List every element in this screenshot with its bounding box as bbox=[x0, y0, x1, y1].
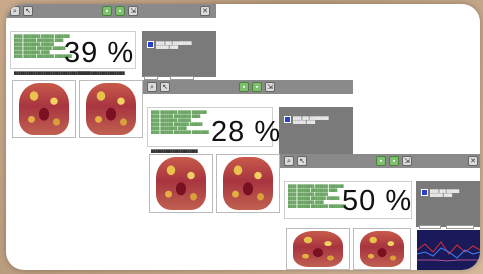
signal-graph bbox=[417, 230, 480, 270]
analysis-panel-3: ⌕ ↖ ▪ ▪ ⇲ ✕ ████ ████████ ██████ ███████… bbox=[280, 154, 480, 270]
cursor-icon[interactable]: ↖ bbox=[297, 156, 307, 166]
signal-line-pink bbox=[417, 259, 480, 262]
green-button[interactable]: ▪ bbox=[115, 6, 125, 16]
tissue-image bbox=[216, 154, 280, 213]
options-sidebar: ████ ███ █████████ ██████ ████ bbox=[142, 31, 216, 77]
cursor-icon[interactable]: ↖ bbox=[160, 82, 170, 92]
checkbox[interactable] bbox=[284, 116, 291, 123]
cursor-icon[interactable]: ↖ bbox=[23, 6, 33, 16]
toolbar: ⌕ ↖ ▪ ▪ ⇲ bbox=[143, 80, 353, 94]
tissue-image bbox=[79, 80, 143, 138]
green-button[interactable]: ▪ bbox=[239, 82, 249, 92]
input-field[interactable] bbox=[419, 225, 441, 229]
checkbox[interactable] bbox=[421, 189, 428, 196]
green-button[interactable]: ▪ bbox=[376, 156, 386, 166]
close-icon[interactable]: ✕ bbox=[468, 156, 478, 166]
percent-label: 28 % bbox=[211, 116, 282, 148]
search-icon[interactable]: ⌕ bbox=[10, 6, 20, 16]
stat-text: ██████████████████████ bbox=[151, 149, 198, 153]
export-icon[interactable]: ⇲ bbox=[128, 6, 138, 16]
screen-card: ⌕ ↖ ▪ ▪ ⇲ ✕ ████ ████████ ██████ ███████… bbox=[6, 4, 480, 270]
search-icon[interactable]: ⌕ bbox=[284, 156, 294, 166]
green-button[interactable]: ▪ bbox=[102, 6, 112, 16]
option-text: ██████ ████ bbox=[293, 120, 316, 124]
percent-label: 50 % bbox=[342, 185, 413, 217]
input-field[interactable] bbox=[446, 225, 474, 229]
green-button[interactable]: ▪ bbox=[389, 156, 399, 166]
toolbar: ⌕ ↖ ▪ ▪ ⇲ ✕ bbox=[6, 4, 216, 18]
close-icon[interactable]: ✕ bbox=[200, 6, 210, 16]
options-sidebar: ████ ███ ██████ ██████ ████ bbox=[416, 181, 480, 227]
export-icon[interactable]: ⇲ bbox=[402, 156, 412, 166]
tissue-image bbox=[353, 228, 411, 270]
option-text: ██████ ████ bbox=[156, 45, 179, 49]
tissue-image bbox=[12, 80, 76, 138]
percent-label: 39 % bbox=[64, 37, 135, 69]
search-icon[interactable]: ⌕ bbox=[147, 82, 157, 92]
options-sidebar: ████ ███ █████████ ██████ ████ bbox=[279, 107, 353, 155]
export-icon[interactable]: ⇲ bbox=[265, 82, 275, 92]
stat-text: ██████████████████████ bbox=[78, 71, 125, 75]
checkbox[interactable] bbox=[147, 41, 154, 48]
green-button[interactable]: ▪ bbox=[252, 82, 262, 92]
option-text: ██████ ████ bbox=[430, 193, 453, 197]
signal-graph-svg bbox=[417, 241, 480, 262]
tissue-image bbox=[149, 154, 213, 213]
toolbar: ⌕ ↖ ▪ ▪ ⇲ ✕ bbox=[280, 154, 480, 168]
tissue-image bbox=[286, 228, 350, 270]
